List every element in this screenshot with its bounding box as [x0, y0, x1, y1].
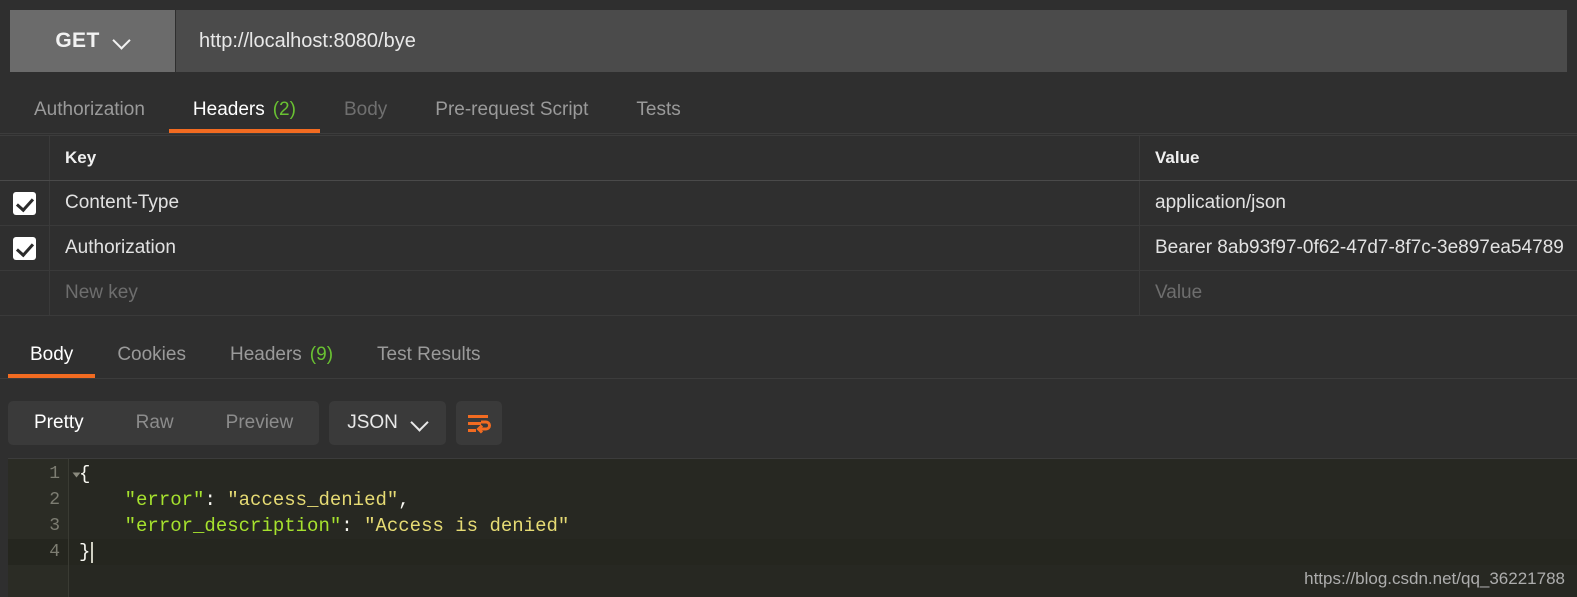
code-line: "error": "access_denied", [69, 487, 1577, 513]
request-tab-bar: Authorization Headers (2) Body Pre-reque… [0, 86, 1577, 134]
header-value-input[interactable]: Bearer 8ab93f97-0f62-47d7-8f7c-3e897ea54… [1140, 226, 1577, 270]
tab-label: Headers [192, 98, 265, 120]
response-tab-cookies[interactable]: Cookies [95, 331, 208, 378]
chevron-down-icon [412, 415, 428, 431]
tab-label: Tests [636, 98, 681, 120]
new-header-value-input[interactable]: Value [1140, 271, 1577, 315]
format-mode-pretty[interactable]: Pretty [8, 401, 110, 445]
line-number: 4 [8, 539, 68, 565]
tab-authorization[interactable]: Authorization [10, 86, 169, 133]
response-tab-body[interactable]: Body [8, 331, 96, 378]
tab-label: Headers [229, 343, 302, 365]
http-method-label: GET [55, 29, 100, 52]
line-number: 2 [49, 490, 60, 510]
line-number: 1 [8, 461, 81, 487]
response-tab-headers[interactable]: Headers (9) [208, 331, 355, 378]
word-wrap-icon [467, 415, 491, 434]
row-checkbox[interactable] [13, 236, 36, 260]
code-line: "error_description": "Access is denied" [69, 513, 1577, 539]
tab-count-badge: (9) [309, 343, 334, 365]
table-header-row: Key Value [0, 136, 1577, 181]
headers-table: Key Value Content-Type application/json … [0, 135, 1577, 316]
postman-window: GET http://localhost:8080/bye Authorizat… [0, 0, 1577, 597]
tab-label: Test Results [377, 343, 481, 365]
table-row-new: New key Value [0, 271, 1577, 316]
tab-count-badge: (2) [272, 98, 296, 120]
select-all-cell [0, 136, 50, 180]
format-mode-preview[interactable]: Preview [200, 401, 320, 445]
code-token: : [204, 489, 228, 511]
watermark-text: https://blog.csdn.net/qq_36221788 [1304, 569, 1565, 588]
code-token-string: "Access is denied" [364, 515, 570, 537]
table-row: Authorization Bearer 8ab93f97-0f62-47d7-… [0, 226, 1577, 271]
text-cursor [91, 541, 94, 563]
word-wrap-toggle[interactable] [455, 401, 502, 445]
tab-label: Pre-request Script [435, 98, 589, 120]
row-checkbox[interactable] [13, 191, 36, 215]
line-number: 3 [49, 516, 60, 536]
tab-label: Cookies [117, 343, 186, 365]
code-token: : [341, 515, 365, 537]
chevron-down-icon [114, 33, 130, 49]
header-key-input[interactable]: Content-Type [50, 181, 1140, 225]
code-token-key: "error_description" [124, 515, 342, 537]
language-dropdown-label: JSON [347, 412, 398, 433]
code-line: { [69, 461, 1577, 487]
response-tab-bar: Body Cookies Headers (9) Test Results [0, 331, 1577, 379]
tab-label: Authorization [34, 98, 145, 120]
column-header-value: Value [1155, 148, 1200, 167]
new-header-key-input[interactable]: New key [50, 271, 1140, 315]
editor-gutter: 1 2 3 4 [8, 459, 81, 597]
code-token: , [398, 489, 410, 511]
header-key-input[interactable]: Authorization [50, 226, 1140, 270]
code-line: } [69, 539, 1577, 565]
table-row: Content-Type application/json [0, 181, 1577, 226]
response-format-toolbar: Pretty Raw Preview JSON [0, 392, 1577, 454]
code-token: { [79, 463, 91, 485]
tab-body[interactable]: Body [320, 86, 411, 133]
code-token: } [79, 541, 91, 563]
tab-label: Body [343, 98, 388, 120]
format-mode-group: Pretty Raw Preview [8, 401, 320, 445]
column-header-key: Key [65, 148, 97, 167]
code-token-string: "access_denied" [227, 489, 399, 511]
url-input[interactable]: http://localhost:8080/bye [176, 10, 1567, 72]
tab-label: Body [30, 343, 74, 365]
http-method-dropdown[interactable]: GET [10, 10, 176, 72]
tab-pre-request-script[interactable]: Pre-request Script [411, 86, 612, 133]
format-mode-raw[interactable]: Raw [110, 401, 200, 445]
code-token-key: "error" [124, 489, 205, 511]
request-url-bar: GET http://localhost:8080/bye [10, 10, 1567, 72]
language-dropdown[interactable]: JSON [329, 401, 446, 445]
tab-tests[interactable]: Tests [612, 86, 704, 133]
tab-headers[interactable]: Headers (2) [168, 86, 321, 133]
response-tab-test-results[interactable]: Test Results [355, 331, 502, 378]
header-value-input[interactable]: application/json [1140, 181, 1577, 225]
